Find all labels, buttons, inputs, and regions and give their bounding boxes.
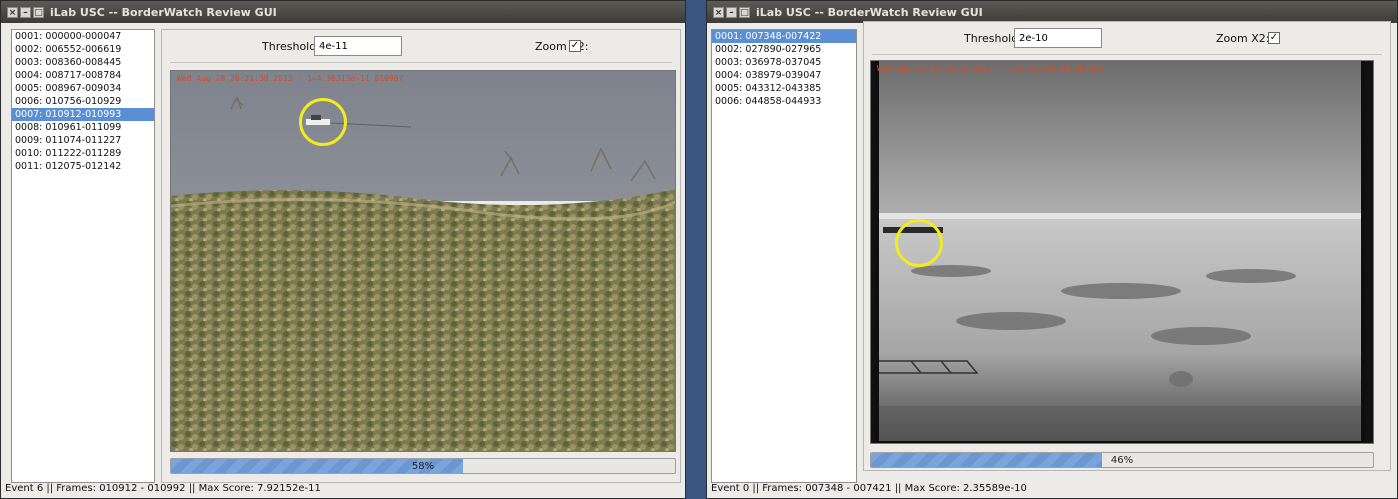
list-item[interactable]: 0002: 006552-006619 (12, 43, 154, 56)
list-item[interactable]: 0003: 036978-037045 (712, 56, 856, 69)
list-item[interactable]: 0001: 007348-007422 (712, 30, 856, 43)
list-item[interactable]: 0005: 008967-009034 (12, 82, 154, 95)
status-bar-text: Event 0 || Frames: 007348 - 007421 || Ma… (711, 483, 1027, 494)
title-bar[interactable]: × – □ iLab USC -- BorderWatch Review GUI (1, 1, 685, 23)
title-bar[interactable]: × – □ iLab USC -- BorderWatch Review GUI (707, 1, 1397, 23)
video-frame: Wed Aug 28 05:56:19 2013 - 1=8.35574e-10… (870, 60, 1374, 444)
list-item[interactable]: 0010: 011222-011289 (12, 147, 154, 160)
video-osd-text: Wed Aug 28 20:21:30 2013 - 1=4.36313e-11… (177, 74, 404, 83)
viewer-panel: Threshold: Zoom X2: ✓ (863, 21, 1391, 471)
list-item[interactable]: 0007: 010912-010993 (12, 108, 154, 121)
threshold-label: Threshold: (262, 40, 320, 53)
list-item[interactable]: 0005: 043312-043385 (712, 82, 856, 95)
list-item[interactable]: 0004: 038979-039047 (712, 69, 856, 82)
detection-ring (299, 98, 347, 146)
list-item[interactable]: 0001: 000000-000047 (12, 30, 154, 43)
list-item[interactable]: 0003: 008360-008445 (12, 56, 154, 69)
progress-text: 46% (1110, 455, 1134, 466)
list-item[interactable]: 0006: 044858-044933 (712, 95, 856, 108)
window-minimize-icon[interactable]: – (726, 6, 737, 18)
event-list[interactable]: 0001: 000000-000047 0002: 006552-006619 00… (11, 29, 155, 483)
window-minimize-icon[interactable]: – (20, 6, 31, 18)
zoom-checkbox[interactable]: ✓ (1268, 32, 1280, 44)
threshold-input[interactable] (314, 36, 402, 56)
progress-text: 58% (411, 461, 435, 472)
review-window-1: × – □ iLab USC -- BorderWatch Review GUI… (0, 0, 686, 499)
list-item[interactable]: 0009: 011074-011227 (12, 134, 154, 147)
divider (170, 62, 672, 63)
progress-bar: 58% (170, 458, 676, 474)
progress-bar: 46% (870, 452, 1374, 468)
window-maximize-icon[interactable]: □ (33, 6, 44, 18)
viewer-panel: Threshold: Zoom X2: ✓ (161, 29, 681, 483)
window-title: iLab USC -- BorderWatch Review GUI (50, 5, 277, 19)
list-item[interactable]: 0011: 012075-012142 (12, 160, 154, 173)
status-bar-text: Event 6 || Frames: 010912 - 010992 || Ma… (5, 483, 321, 494)
threshold-input[interactable] (1014, 28, 1102, 48)
zoom-checkbox[interactable]: ✓ (569, 40, 581, 52)
list-item[interactable]: 0002: 027890-027965 (712, 43, 856, 56)
window-maximize-icon[interactable]: □ (739, 6, 750, 18)
divider (872, 54, 1382, 55)
list-item[interactable]: 0008: 010961-011099 (12, 121, 154, 134)
video-scene (875, 61, 1365, 443)
window-close-icon[interactable]: × (7, 6, 18, 18)
video-frame: Wed Aug 28 20:21:30 2013 - 1=4.36313e-11… (170, 70, 676, 452)
list-item[interactable]: 0004: 008717-008784 (12, 69, 154, 82)
review-window-2: × – □ iLab USC -- BorderWatch Review GUI… (706, 0, 1398, 499)
window-title: iLab USC -- BorderWatch Review GUI (756, 5, 983, 19)
window-close-icon[interactable]: × (713, 6, 724, 18)
checkbox-checked-icon: ✓ (570, 40, 580, 51)
checkbox-checked-icon: ✓ (1269, 32, 1279, 43)
video-osd-text: Wed Aug 28 05:56:19 2013 - 1=8.35574e-10… (877, 64, 1104, 73)
video-scene (171, 71, 675, 451)
detection-ring (895, 219, 943, 267)
list-item[interactable]: 0006: 010756-010929 (12, 95, 154, 108)
event-list[interactable]: 0001: 007348-007422 0002: 027890-027965 00… (711, 29, 857, 483)
zoom-label: Zoom X2: (1216, 32, 1270, 45)
